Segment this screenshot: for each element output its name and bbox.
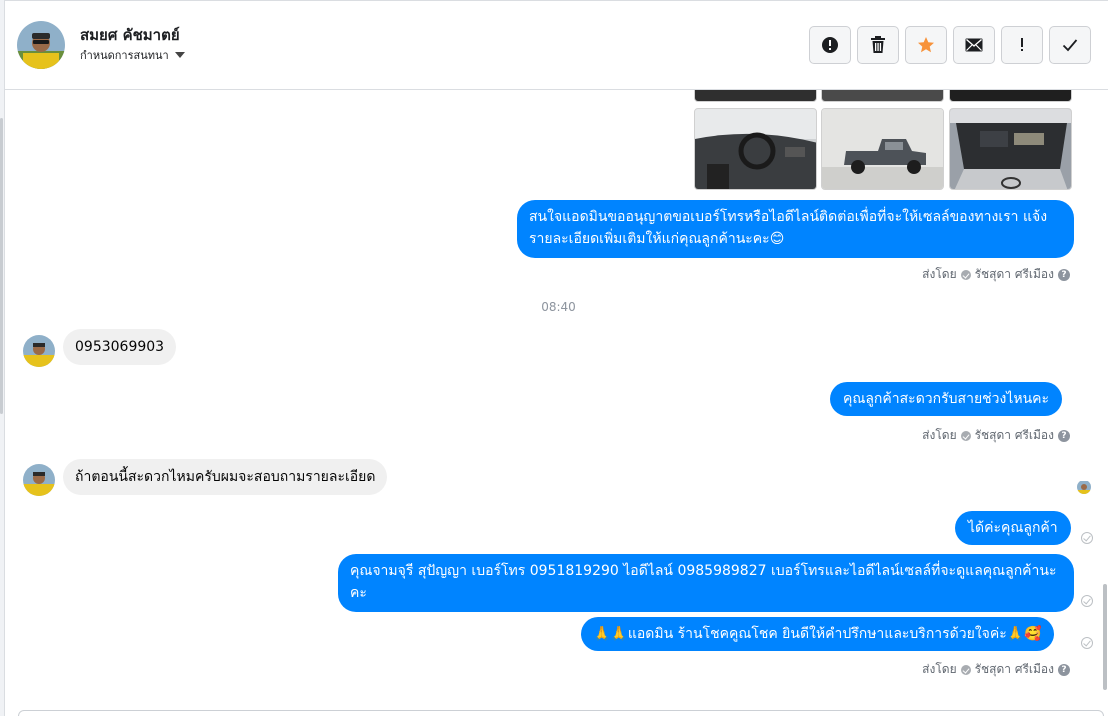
message-text: 0953069903 — [75, 339, 165, 355]
help-icon[interactable]: ? — [1058, 663, 1070, 676]
mark-done-button[interactable] — [1049, 26, 1091, 64]
conversation-settings-label: กำหนดการสนทนา — [80, 49, 169, 62]
mark-spam-button[interactable] — [809, 26, 851, 64]
exclamation-circle-icon — [822, 37, 838, 53]
sent-by-label: ส่งโดย — [922, 267, 957, 281]
message-text: 🙏🙏แอดมิน ร้านโชคคูณโชค ยินดีให้คำปรึกษาแ… — [593, 626, 1042, 642]
sent-by-info: ส่งโดย รัชสุดา ศรีเมือง ? — [922, 660, 1070, 679]
seen-avatar — [1077, 480, 1091, 494]
mark-unread-button[interactable] — [953, 26, 995, 64]
thread-scrollbar-thumb[interactable] — [1103, 584, 1107, 690]
sender-avatar[interactable] — [23, 464, 55, 496]
car-photo-side[interactable] — [821, 108, 944, 190]
sent-by-label: ส่งโดย — [922, 662, 957, 676]
car-photo-top-3[interactable] — [949, 90, 1072, 102]
incoming-message[interactable]: 0953069903 — [63, 329, 177, 365]
incoming-message[interactable]: ถ้าตอนนี้สะดวกไหมครับผมจะสอบถามรายละเอีย… — [63, 459, 388, 495]
message-text: ได้ค่ะคุณลูกค้า — [968, 520, 1058, 536]
outgoing-message[interactable]: 🙏🙏แอดมิน ร้านโชคคูณโชค ยินดีให้คำปรึกษาแ… — [581, 617, 1054, 651]
follow-up-button[interactable] — [1001, 26, 1043, 64]
contact-avatar[interactable] — [17, 21, 65, 69]
delivered-check-icon — [1081, 595, 1093, 607]
outgoing-message[interactable]: คุณจามจุรี สุปัญญา เบอร์โทร 0951819290 ไ… — [338, 554, 1074, 612]
sender-avatar[interactable] — [23, 335, 55, 367]
envelope-icon — [965, 38, 983, 52]
verified-badge-icon — [960, 430, 971, 441]
left-scrollbar[interactable] — [0, 118, 3, 414]
message-text: สนใจแอดมินขออนุญาตขอเบอร์โทรหรือไอดีไลน์… — [529, 209, 1048, 247]
trash-icon — [871, 36, 885, 53]
message-text: คุณจามจุรี สุปัญญา เบอร์โทร 0951819290 ไ… — [350, 563, 1057, 601]
verified-badge-icon — [960, 269, 971, 280]
message-composer[interactable] — [18, 710, 1104, 716]
outgoing-message[interactable]: สนใจแอดมินขออนุญาตขอเบอร์โทรหรือไอดีไลน์… — [517, 200, 1074, 258]
checkmark-icon — [1062, 39, 1078, 52]
delivered-check-icon — [1081, 637, 1093, 649]
sent-by-info: ส่งโดย รัชสุดา ศรีเมือง ? — [922, 426, 1070, 445]
help-icon[interactable]: ? — [1058, 268, 1070, 281]
sender-name[interactable]: รัชสุดา ศรีเมือง — [975, 660, 1054, 679]
contact-name[interactable]: สมยศ คัชมาตย์ — [80, 23, 180, 47]
conversation-header: สมยศ คัชมาตย์ กำหนดการสนทนา — [5, 1, 1108, 90]
message-thread[interactable]: สนใจแอดมินขออนุญาตขอเบอร์โทรหรือไอดีไลน์… — [5, 90, 1102, 716]
message-text: ถ้าตอนนี้สะดวกไหมครับผมจะสอบถามรายละเอีย… — [75, 469, 376, 485]
time-separator: 08:40 — [541, 300, 576, 314]
car-photo-interior[interactable] — [694, 108, 817, 190]
help-icon[interactable]: ? — [1058, 429, 1070, 442]
outgoing-message[interactable]: คุณลูกค้าสะดวกรับสายช่วงไหนคะ — [830, 382, 1063, 416]
exclamation-icon — [1021, 38, 1023, 51]
star-icon — [918, 37, 934, 53]
car-photo-top-2[interactable] — [821, 90, 944, 102]
star-button[interactable] — [905, 26, 947, 64]
sent-by-label: ส่งโดย — [922, 428, 957, 442]
conversation-settings-dropdown[interactable]: กำหนดการสนทนา — [80, 46, 185, 64]
thread-scrollbar[interactable] — [1102, 90, 1108, 716]
conversation-toolbar — [809, 26, 1091, 64]
delete-button[interactable] — [857, 26, 899, 64]
outgoing-message[interactable]: ได้ค่ะคุณลูกค้า — [955, 511, 1071, 545]
verified-badge-icon — [960, 664, 971, 675]
sent-by-info: ส่งโดย รัชสุดา ศรีเมือง ? — [922, 265, 1070, 284]
sender-name[interactable]: รัชสุดา ศรีเมือง — [975, 265, 1054, 284]
car-photo-engine[interactable] — [949, 108, 1072, 190]
sender-name[interactable]: รัชสุดา ศรีเมือง — [975, 426, 1054, 445]
car-photo-top-1[interactable] — [694, 90, 817, 102]
message-text: คุณลูกค้าสะดวกรับสายช่วงไหนคะ — [843, 391, 1050, 407]
delivered-check-icon — [1081, 532, 1093, 544]
chevron-down-icon — [174, 52, 185, 58]
